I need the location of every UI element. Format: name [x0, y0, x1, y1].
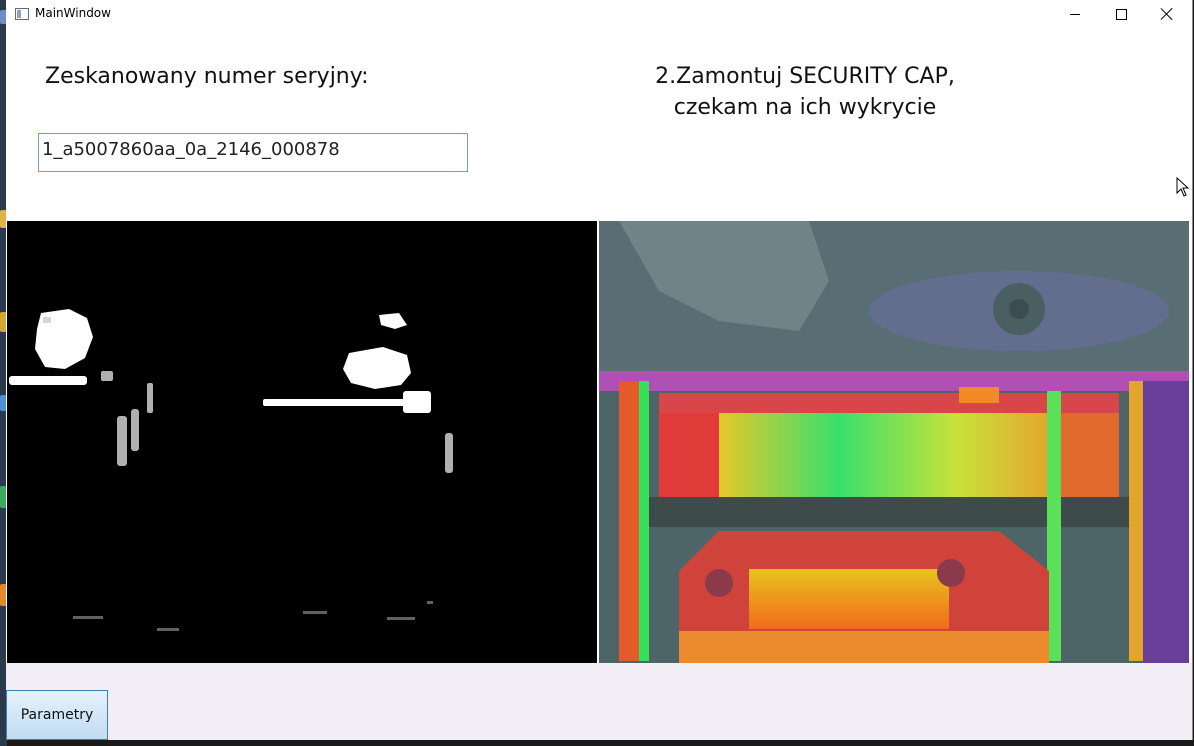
main-window: MainWindow Zeskanowany numer seryjny: 1_… — [6, 0, 1193, 740]
instruction-line-1: 2.Zamontuj SECURITY CAP, — [655, 64, 955, 89]
binary-mask-view — [7, 221, 597, 663]
instruction-line-2: czekam na ich wykrycie — [673, 95, 937, 120]
close-button[interactable] — [1144, 0, 1190, 28]
minimize-button[interactable] — [1052, 0, 1098, 28]
serial-number-field[interactable]: 1_a5007860aa_0a_2146_000878 — [38, 133, 468, 172]
parametry-button[interactable]: Parametry — [6, 690, 108, 740]
binary-mask-image — [7, 221, 597, 663]
serial-number-label: Zeskanowany numer seryjny: — [45, 64, 369, 89]
mouse-pointer-icon — [1176, 177, 1190, 197]
instruction-text: 2.Zamontuj SECURITY CAP, czekam na ich w… — [606, 61, 1004, 123]
minimize-icon — [1070, 13, 1080, 15]
thermal-camera-image — [599, 221, 1189, 663]
thermal-camera-view — [599, 221, 1189, 663]
title-bar: MainWindow — [6, 0, 1192, 28]
close-icon — [1161, 8, 1173, 20]
window-title: MainWindow — [35, 6, 111, 20]
window-app-icon — [15, 8, 29, 20]
bottom-toolbar: Parametry — [6, 663, 1192, 740]
maximize-icon — [1115, 8, 1127, 20]
maximize-button[interactable] — [1098, 0, 1144, 28]
